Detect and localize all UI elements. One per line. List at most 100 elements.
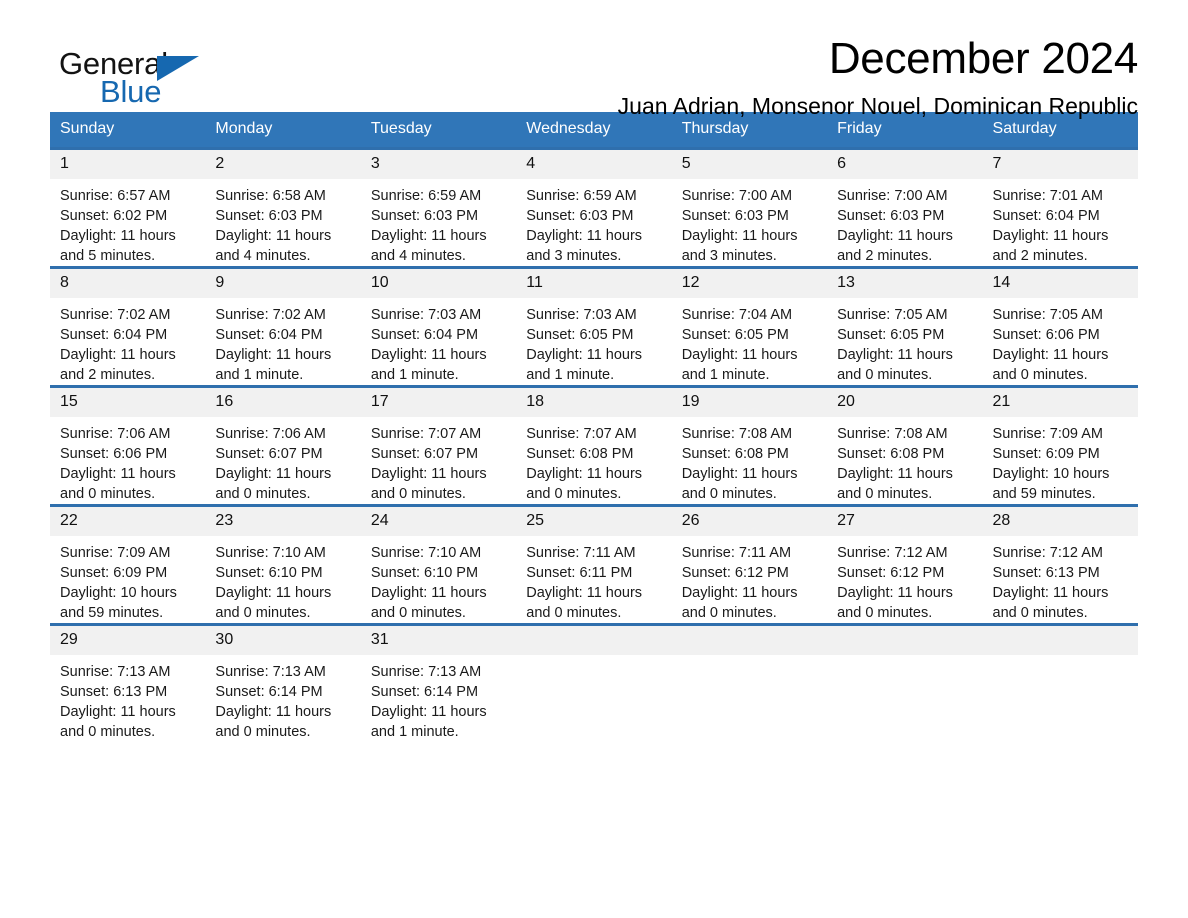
calendar-day-cell[interactable]: 2 Sunrise: 6:58 AM Sunset: 6:03 PM Daylight… <box>205 147 361 268</box>
calendar-day-cell[interactable]: 12 Sunrise: 7:04 AM Sunset: 6:05 PM Dayligh… <box>671 266 828 387</box>
calendar-day-cell[interactable]: 14 Sunrise: 7:05 AM Sunset: 6:06 PM Dayligh… <box>982 266 1138 387</box>
daylight-text-line2: and 0 minutes. <box>992 367 1088 383</box>
sunrise-text: Sunrise: 7:11 AM <box>681 545 792 561</box>
day-number: 28 <box>982 507 1138 536</box>
calendar-day-cell[interactable]: 30 Sunrise: 7:13 AM Sunset: 6:14 PM Dayligh… <box>205 623 361 742</box>
calendar-day-cell[interactable]: 9 Sunrise: 7:02 AM Sunset: 6:04 PM Daylight… <box>205 266 361 387</box>
day-details: Sunrise: 7:00 AM Sunset: 6:03 PM Daylight:… <box>827 179 982 266</box>
day-details: Sunrise: 6:59 AM Sunset: 6:03 PM Daylight:… <box>516 179 671 266</box>
calendar-day-cell[interactable]: 4 Sunrise: 6:59 AM Sunset: 6:03 PM Daylight… <box>516 147 672 268</box>
day-number: 5 <box>671 150 828 179</box>
calendar-day-cell[interactable]: 17 Sunrise: 7:07 AM Sunset: 6:07 PM Dayligh… <box>360 385 517 506</box>
daylight-text-line1: Daylight: 11 hours <box>526 585 643 601</box>
daylight-text-line1: Daylight: 11 hours <box>60 347 176 363</box>
calendar-day-cell[interactable]: 15 Sunrise: 7:06 AM Sunset: 6:06 PM Dayligh… <box>50 385 206 506</box>
calendar-day-cell[interactable]: 3 Sunrise: 6:59 AM Sunset: 6:03 PM Daylight… <box>360 147 517 268</box>
page-header: General Blue December 2024 Juan Adrian, … <box>50 0 1138 119</box>
daylight-text-line1: Daylight: 11 hours <box>215 466 332 482</box>
calendar-day-cell[interactable]: 24 Sunrise: 7:10 AM Sunset: 6:10 PM Dayligh… <box>360 504 517 625</box>
calendar-day-cell[interactable]: 6 Sunrise: 7:00 AM Sunset: 6:03 PM Daylight… <box>827 147 983 268</box>
day-details: Sunrise: 6:58 AM Sunset: 6:03 PM Daylight:… <box>205 179 360 266</box>
calendar-day-cell[interactable]: 8 Sunrise: 7:02 AM Sunset: 6:04 PM Daylight… <box>50 266 206 387</box>
calendar-day-cell[interactable]: 23 Sunrise: 7:10 AM Sunset: 6:10 PM Dayligh… <box>205 504 361 625</box>
calendar-day-cell[interactable]: 26 Sunrise: 7:11 AM Sunset: 6:12 PM Dayligh… <box>671 504 828 625</box>
sunrise-text: Sunrise: 7:01 AM <box>992 188 1103 204</box>
calendar-day-cell[interactable]: 16 Sunrise: 7:06 AM Sunset: 6:07 PM Dayligh… <box>205 385 361 506</box>
day-number: 30 <box>205 626 361 655</box>
daylight-text-line2: and 1 minute. <box>215 367 304 383</box>
sunset-text: Sunset: 6:08 PM <box>681 446 789 462</box>
daylight-text-line2: and 5 minutes. <box>60 248 156 264</box>
sunrise-text: Sunrise: 7:04 AM <box>681 307 793 323</box>
calendar-day-cell[interactable]: 27 Sunrise: 7:12 AM Sunset: 6:12 PM Dayligh… <box>827 504 983 625</box>
calendar-body: 1 Sunrise: 6:57 AM Sunset: 6:02 PM Daylight… <box>50 147 1138 742</box>
day-number: 24 <box>360 507 517 536</box>
day-number: 26 <box>671 507 828 536</box>
daylight-text-line2: and 1 minute. <box>370 724 459 740</box>
sunset-text: Sunset: 6:08 PM <box>837 446 945 462</box>
daylight-text-line1: Daylight: 11 hours <box>992 228 1109 244</box>
triangle-icon <box>157 56 199 81</box>
daylight-text-line2: and 1 minute. <box>370 367 459 383</box>
calendar-day-cell[interactable]: 29 Sunrise: 7:13 AM Sunset: 6:13 PM Dayligh… <box>50 623 206 742</box>
daylight-text-line2: and 0 minutes. <box>215 605 311 621</box>
day-details: Sunrise: 7:10 AM Sunset: 6:10 PM Daylight:… <box>361 536 516 623</box>
calendar-day-cell[interactable]: 31 Sunrise: 7:13 AM Sunset: 6:14 PM Dayligh… <box>360 623 517 742</box>
sunset-text: Sunset: 6:09 PM <box>60 565 168 581</box>
generalblue-logo[interactable]: General Blue <box>59 48 209 110</box>
day-number <box>516 626 672 655</box>
day-number: 7 <box>982 150 1138 179</box>
day-number: 8 <box>50 269 206 298</box>
calendar-day-cell[interactable]: 10 Sunrise: 7:03 AM Sunset: 6:04 PM Dayligh… <box>360 266 517 387</box>
sunrise-text: Sunrise: 7:11 AM <box>526 545 636 561</box>
sunrise-text: Sunrise: 7:13 AM <box>370 664 482 680</box>
calendar-day-cell[interactable]: 21 Sunrise: 7:09 AM Sunset: 6:09 PM Dayligh… <box>982 385 1138 506</box>
daylight-text-line2: and 0 minutes. <box>370 486 466 502</box>
calendar-day-cell[interactable]: 18 Sunrise: 7:07 AM Sunset: 6:08 PM Dayligh… <box>516 385 672 506</box>
sunset-text: Sunset: 6:08 PM <box>526 446 634 462</box>
day-number: 22 <box>50 507 206 536</box>
sunset-text: Sunset: 6:03 PM <box>526 208 634 224</box>
calendar-day-cell[interactable]: 7 Sunrise: 7:01 AM Sunset: 6:04 PM Daylight… <box>982 147 1138 268</box>
day-number: 25 <box>516 507 672 536</box>
day-number: 21 <box>982 388 1138 417</box>
calendar-day-cell[interactable]: 20 Sunrise: 7:08 AM Sunset: 6:08 PM Dayligh… <box>827 385 983 506</box>
calendar-day-cell[interactable]: 1 Sunrise: 6:57 AM Sunset: 6:02 PM Daylight… <box>50 147 206 268</box>
sunrise-text: Sunrise: 7:06 AM <box>215 426 326 442</box>
calendar-day-cell[interactable]: 19 Sunrise: 7:08 AM Sunset: 6:08 PM Dayligh… <box>671 385 828 506</box>
calendar-day-cell-empty <box>516 623 672 742</box>
weekday-header-sunday: Sunday <box>50 112 206 149</box>
calendar-day-cell[interactable]: 22 Sunrise: 7:09 AM Sunset: 6:09 PM Dayligh… <box>50 504 206 625</box>
day-number: 13 <box>827 269 983 298</box>
calendar-day-cell[interactable]: 28 Sunrise: 7:12 AM Sunset: 6:13 PM Dayligh… <box>982 504 1138 625</box>
calendar-day-cell[interactable]: 25 Sunrise: 7:11 AM Sunset: 6:11 PM Dayligh… <box>516 504 672 625</box>
calendar-day-cell[interactable]: 13 Sunrise: 7:05 AM Sunset: 6:05 PM Dayligh… <box>827 266 983 387</box>
sunset-text: Sunset: 6:13 PM <box>992 565 1100 581</box>
daylight-text-line2: and 2 minutes. <box>992 248 1088 264</box>
calendar-day-cell[interactable]: 11 Sunrise: 7:03 AM Sunset: 6:05 PM Dayligh… <box>516 266 672 387</box>
daylight-text-line1: Daylight: 11 hours <box>837 585 953 601</box>
day-details: Sunrise: 7:11 AM Sunset: 6:12 PM Daylight:… <box>672 536 827 623</box>
daylight-text-line1: Daylight: 11 hours <box>526 347 643 363</box>
day-details: Sunrise: 7:11 AM Sunset: 6:11 PM Daylight:… <box>516 536 671 623</box>
day-number: 2 <box>205 150 361 179</box>
sunrise-text: Sunrise: 7:08 AM <box>681 426 793 442</box>
daylight-text-line1: Daylight: 11 hours <box>215 585 332 601</box>
day-number: 15 <box>50 388 206 417</box>
day-details: Sunrise: 7:08 AM Sunset: 6:08 PM Daylight:… <box>672 417 827 504</box>
sunset-text: Sunset: 6:03 PM <box>370 208 479 224</box>
daylight-text-line1: Daylight: 11 hours <box>681 347 798 363</box>
day-number: 18 <box>516 388 672 417</box>
sunset-text: Sunset: 6:02 PM <box>60 208 168 224</box>
day-details: Sunrise: 7:00 AM Sunset: 6:03 PM Daylight:… <box>672 179 827 266</box>
sunset-text: Sunset: 6:07 PM <box>215 446 323 462</box>
calendar-week-row: 22 Sunrise: 7:09 AM Sunset: 6:09 PM Dayligh… <box>50 504 1138 625</box>
sunset-text: Sunset: 6:04 PM <box>215 327 323 343</box>
daylight-text-line1: Daylight: 10 hours <box>992 466 1110 482</box>
daylight-text-line1: Daylight: 11 hours <box>370 347 487 363</box>
calendar-week-row: 1 Sunrise: 6:57 AM Sunset: 6:02 PM Daylight… <box>50 147 1138 268</box>
sunrise-text: Sunrise: 7:12 AM <box>992 545 1103 561</box>
daylight-text-line2: and 0 minutes. <box>681 486 777 502</box>
calendar-day-cell[interactable]: 5 Sunrise: 7:00 AM Sunset: 6:03 PM Daylight… <box>671 147 828 268</box>
day-number: 14 <box>982 269 1138 298</box>
